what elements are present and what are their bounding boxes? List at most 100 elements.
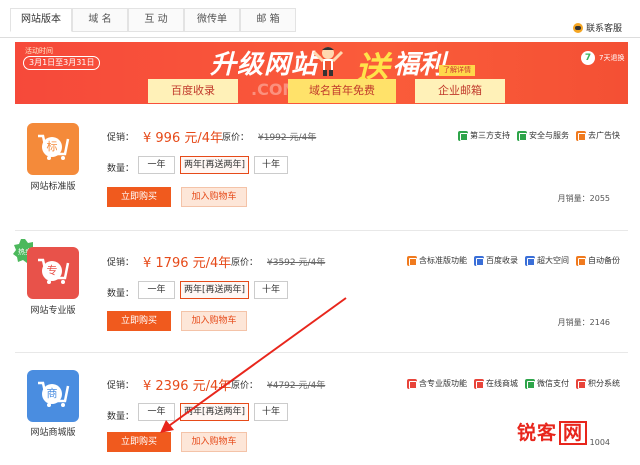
pro-logo-char: 专 <box>42 261 62 281</box>
watermark-boxed-text: 网 <box>559 421 588 445</box>
feature-label: 超大空间 <box>537 256 569 265</box>
banner-pill-email: 企业邮箱 <box>415 79 505 103</box>
feature-label: 微信支付 <box>537 379 569 388</box>
buy-now-button[interactable]: 立即购买 <box>107 187 171 207</box>
tab-interaction[interactable]: 互 动 <box>128 8 184 32</box>
promo-label: 促销： <box>107 258 135 268</box>
feature-label: 去广告快 <box>588 131 620 140</box>
promo-label: 促销： <box>107 133 135 143</box>
feature-label: 第三方支持 <box>470 131 510 140</box>
storage-icon <box>525 255 535 266</box>
promo-price: ¥ 996 元/4年 <box>143 131 223 146</box>
standard-logo: 标 <box>27 123 79 175</box>
feature-label: 安全与服务 <box>529 131 569 140</box>
original-price: ¥3592 元/4年 <box>267 258 326 268</box>
seven-day-refund-icon: 7 <box>581 51 595 65</box>
feature-label: 含专业版功能 <box>419 379 467 388</box>
feature-item: 超大空间 <box>525 255 569 266</box>
option-ten-years[interactable]: 十年 <box>254 281 288 299</box>
promo-banner[interactable]: 活动时间 3月1日至3月31日 升级网站 送 福利 了解详情 .COM 百度收录… <box>15 42 628 104</box>
divider <box>15 230 628 231</box>
points-icon <box>576 378 586 389</box>
backup-icon <box>576 255 586 266</box>
buy-now-button[interactable]: 立即购买 <box>107 311 171 331</box>
option-one-year[interactable]: 一年 <box>138 156 175 174</box>
monthly-sales: 月销量：2055 <box>557 194 610 203</box>
mall-logo-char: 商 <box>42 384 62 404</box>
option-ten-years[interactable]: 十年 <box>254 156 288 174</box>
tab-mailbox[interactable]: 邮 箱 <box>240 8 296 32</box>
feature-item: 第三方支持 <box>458 130 510 141</box>
wechat-pay-icon <box>525 378 535 389</box>
original-label: 原价： <box>222 133 250 143</box>
pro-feature-icon <box>407 378 417 389</box>
feature-label: 含标准版功能 <box>419 256 467 265</box>
contact-service-link[interactable]: 联系客服 <box>572 21 622 34</box>
option-two-years[interactable]: 两年[再送两年] <box>180 281 249 299</box>
baidu-icon <box>474 255 484 266</box>
site-watermark-logo: 锐客网 <box>517 418 588 445</box>
feature-label: 自动备份 <box>588 256 620 265</box>
pro-logo: 专 <box>27 247 79 299</box>
original-label: 原价： <box>231 258 259 268</box>
quantity-label: 数量： <box>107 289 135 299</box>
banner-detail-link[interactable]: 了解详情 <box>439 65 475 76</box>
option-two-years[interactable]: 两年[再送两年] <box>180 403 249 421</box>
monthly-sales: 月销量：2146 <box>557 318 610 327</box>
monthly-sales: 1004 <box>589 438 610 447</box>
add-to-cart-button[interactable]: 加入购物车 <box>181 432 247 452</box>
product-name: 网站标准版 <box>30 182 76 192</box>
feature-list: 含标准版功能 百度收录 超大空间 自动备份 <box>407 255 620 266</box>
add-to-cart-button[interactable]: 加入购物车 <box>181 311 247 331</box>
promo-price: ¥ 1796 元/4年 <box>143 256 232 271</box>
banner-title-upgrade: 升级网站 <box>210 50 319 80</box>
standard-logo-char: 标 <box>42 137 62 157</box>
feature-item: 含标准版功能 <box>407 255 467 266</box>
feature-list: 第三方支持 安全与服务 去广告快 <box>458 130 620 141</box>
shield-icon <box>517 130 527 141</box>
option-ten-years[interactable]: 十年 <box>254 403 288 421</box>
mall-logo: 商 <box>27 370 79 422</box>
option-one-year[interactable]: 一年 <box>138 281 175 299</box>
tab-website-version[interactable]: 网站版本 <box>10 8 72 32</box>
product-name: 网站商城版 <box>30 428 76 438</box>
link-icon <box>458 130 468 141</box>
cheering-person-icon <box>312 47 344 76</box>
promo-label: 促销： <box>107 381 135 391</box>
quantity-label: 数量： <box>107 412 135 422</box>
feature-item: 在线商城 <box>474 378 518 389</box>
banner-pill-domain: 域名首年免费 <box>288 79 396 103</box>
feature-label: 在线商城 <box>486 379 518 388</box>
feature-item: 积分系统 <box>576 378 620 389</box>
version-tabs: 网站版本 域 名 互 动 微传单 邮 箱 联系客服 <box>0 0 640 38</box>
feature-label: 百度收录 <box>486 256 518 265</box>
add-to-cart-button[interactable]: 加入购物车 <box>181 187 247 207</box>
feature-item: 去广告快 <box>576 130 620 141</box>
standard-feature-icon <box>407 255 417 266</box>
feature-list: 含专业版功能 在线商城 微信支付 积分系统 <box>407 378 620 389</box>
contact-service-label: 联系客服 <box>585 24 622 34</box>
tab-domain[interactable]: 域 名 <box>72 8 128 32</box>
option-two-years[interactable]: 两年[再送两年] <box>180 156 249 174</box>
online-mall-icon <box>474 378 484 389</box>
buy-now-button[interactable]: 立即购买 <box>107 432 171 452</box>
feature-item: 微信支付 <box>525 378 569 389</box>
feature-label: 积分系统 <box>588 379 620 388</box>
feature-item: 含专业版功能 <box>407 378 467 389</box>
original-price: ¥4792 元/4年 <box>267 381 326 391</box>
feature-item: 自动备份 <box>576 255 620 266</box>
quantity-label: 数量： <box>107 164 135 174</box>
option-one-year[interactable]: 一年 <box>138 403 175 421</box>
ad-block-icon <box>576 130 586 141</box>
product-name: 网站专业版 <box>30 306 76 316</box>
original-price: ¥1992 元/4年 <box>258 133 317 143</box>
feature-item: 百度收录 <box>474 255 518 266</box>
tab-micro-flyer[interactable]: 微传单 <box>184 8 240 32</box>
promo-price: ¥ 2396 元/4年 <box>143 379 232 394</box>
customer-service-icon <box>572 22 583 33</box>
activity-label: 活动时间 <box>25 47 53 55</box>
banner-title-benefit: 福利 <box>393 50 446 80</box>
watermark-text: 锐客 <box>517 422 558 444</box>
activity-date: 3月1日至3月31日 <box>23 56 101 70</box>
feature-item: 安全与服务 <box>517 130 569 141</box>
